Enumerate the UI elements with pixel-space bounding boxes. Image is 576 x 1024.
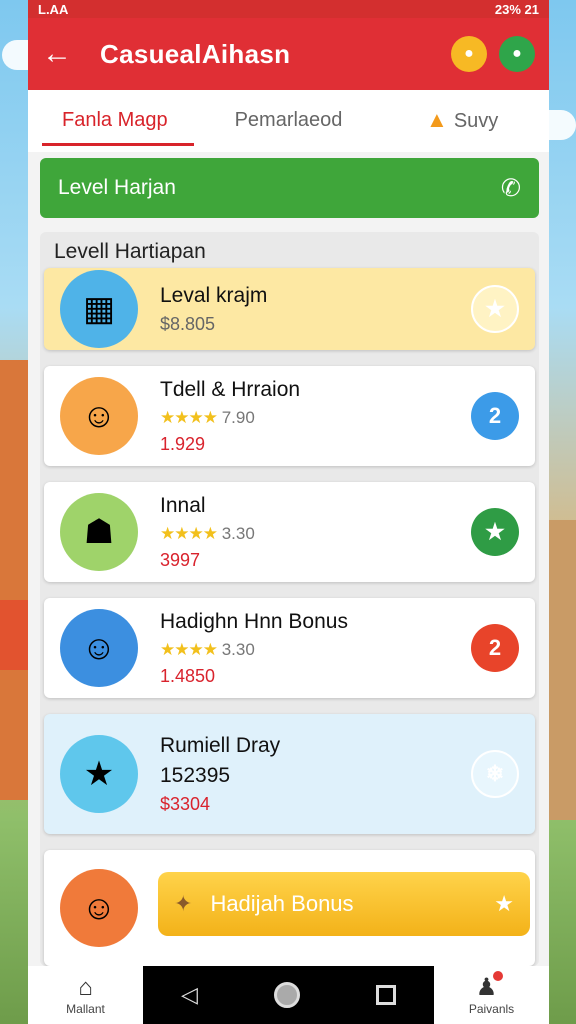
item-name: Tdell & Hrraion (160, 377, 301, 401)
item-count: 152395 (160, 763, 231, 787)
level-banner[interactable]: Level Harjan ✆ (40, 158, 539, 218)
bonus-button[interactable]: ✦ Hadijah Bonus ★ (158, 872, 530, 936)
profile-icon: ♟ (434, 971, 549, 1002)
recents-square-icon[interactable] (375, 985, 396, 1005)
app-title: CasuealAihasn (100, 38, 291, 69)
tab-bar: Fanla Magp Pemarlaeod ▲ Suvy (28, 90, 549, 152)
star-icon: ★ (494, 891, 514, 916)
bottom-navigation: ⌂ Mallant ◁ ♟ Paivanls (28, 966, 549, 1024)
item-rating: ★★★★ 7.90 (160, 408, 471, 428)
status-left: L.AA (38, 1, 69, 17)
item-price: 1.929 (160, 433, 206, 454)
main-content: Fanla Magp Pemarlaeod ▲ Suvy Level Harjan… (28, 90, 549, 966)
list-item[interactable]: ☺ ✦ Hadijah Bonus ★ (44, 850, 535, 966)
chat-bubble-icon[interactable]: ● (499, 36, 535, 72)
banner-label: Level Harjan (58, 176, 176, 199)
nav-home[interactable]: ⌂ Mallant (28, 974, 143, 1016)
panel-title: Levell Hartiapan (54, 240, 206, 263)
stars-icon: ★★★★ (160, 407, 218, 427)
item-name: Rumiell Dray (160, 733, 281, 757)
list-item[interactable]: ▦ Leval krajm $8.805 ★ (44, 268, 535, 350)
bonus-label: Hadijah Bonus (210, 891, 354, 916)
giraffe-character-icon: ★ (60, 735, 138, 813)
item-name: Leval krajm (160, 283, 268, 307)
flame-icon: ▲ (426, 107, 448, 132)
star-badge[interactable]: ★ (471, 508, 519, 556)
rating-value: 7.90 (221, 407, 255, 427)
home-icon: ⌂ (78, 974, 93, 1001)
list-item[interactable]: ☺ Hadighn Hnn Bonus ★★★★ 3.30 1.4850 2 (44, 598, 535, 698)
item-rating: ★★★★ 3.30 (160, 640, 471, 660)
chat-icon[interactable]: ● (451, 36, 487, 72)
item-name: Innal (160, 493, 206, 517)
nav-home-label: Mallant (66, 1002, 105, 1016)
arrow-left-icon[interactable]: ← (42, 37, 82, 71)
home-circle-icon[interactable] (273, 982, 300, 1008)
snowflake-badge-icon[interactable]: ❄ (471, 750, 519, 798)
tablet-thumbnail-icon: ▦ (60, 270, 138, 348)
tab-pemarlaeod[interactable]: Pemarlaeod (202, 90, 376, 152)
background-building (546, 520, 576, 820)
rating-value: 3.30 (221, 639, 255, 659)
count-badge[interactable]: 2 (471, 624, 519, 672)
item-price: 1.4850 (160, 665, 216, 686)
back-triangle-icon[interactable]: ◁ (181, 982, 198, 1008)
item-price: 3997 (160, 549, 201, 570)
list-item[interactable]: ☺ Tdell & Hrraion ★★★★ 7.90 1.929 2 (44, 366, 535, 466)
notification-dot (493, 971, 504, 981)
bear-character-icon: ☺ (60, 609, 138, 687)
bird-icon: ✦ (174, 891, 193, 916)
nav-profile-label: Paivanls (468, 1002, 515, 1016)
status-bar: L.AA 23% 21 (28, 0, 549, 18)
nav-profile[interactable]: ♟ Paivanls (434, 971, 549, 1016)
tab-label: Fanla Magp (62, 109, 168, 131)
cat-character-icon: ☺ (60, 377, 138, 455)
system-navigation: ◁ (143, 966, 434, 1024)
farm-cart-icon: ☗ (60, 493, 138, 571)
phone-icon[interactable]: ✆ (501, 174, 521, 203)
star-badge-icon[interactable]: ★ (471, 285, 519, 333)
app-bar: ← CasuealAihasn ● ● (28, 18, 549, 90)
status-right: 23% 21 (494, 1, 539, 17)
item-rating: ★★★★ 3.30 (160, 524, 471, 544)
count-badge[interactable]: 2 (471, 392, 519, 440)
rating-value: 3.30 (221, 523, 255, 543)
item-price: $8.805 (160, 313, 216, 334)
level-panel: Levell Hartiapan ▦ Leval krajm $8.805 ★ … (40, 232, 539, 966)
tab-label: Pemarlaeod (234, 109, 343, 131)
stars-icon: ★★★★ (160, 523, 218, 543)
item-name: Hadighn Hnn Bonus (160, 609, 348, 633)
list-item[interactable]: ★ Rumiell Dray 152395 $3304 ❄ (44, 714, 535, 834)
list-item[interactable]: ☗ Innal ★★★★ 3.30 3997 ★ (44, 482, 535, 582)
stars-icon: ★★★★ (160, 639, 218, 659)
bunny-character-icon: ☺ (60, 869, 138, 947)
tab-fanla-magp[interactable]: Fanla Magp (28, 90, 202, 152)
tab-label: Suvy (453, 110, 499, 132)
tab-suvy[interactable]: ▲ Suvy (375, 90, 549, 152)
item-price: $3304 (160, 793, 211, 814)
